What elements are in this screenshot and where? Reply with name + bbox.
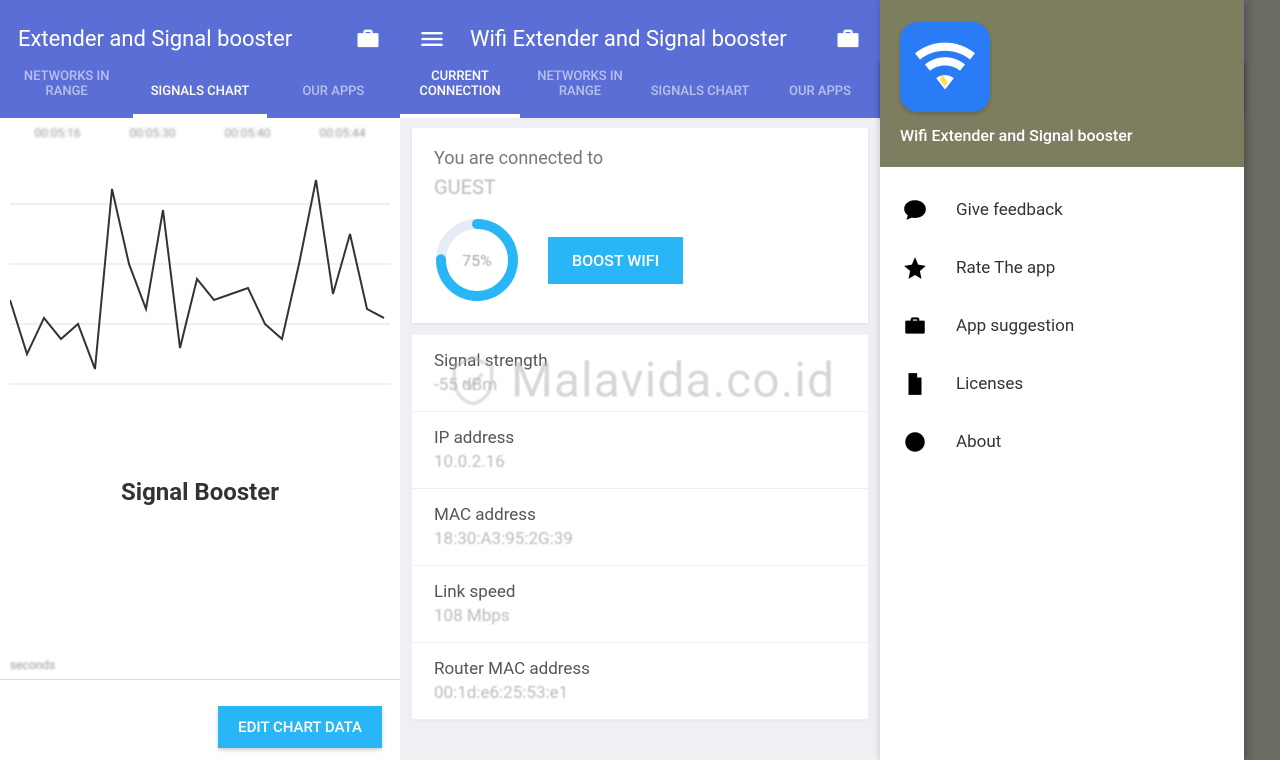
circle-icon — [902, 429, 928, 455]
chart-title: Signal Booster — [10, 478, 390, 506]
drawer-menu: Give feedback Rate The app App suggestio… — [880, 167, 1244, 485]
detail-value: 18:30:A3:95:2G:39 — [434, 529, 846, 549]
connected-label: You are connected to — [434, 148, 846, 169]
menu-about[interactable]: About — [880, 413, 1244, 471]
chart-time-axis: 00:05:16 00:05:30 00:05:40 00:05:44 — [10, 118, 390, 144]
screen-current-connection: Wifi Extender and Signal booster CURRENT… — [400, 0, 880, 760]
screen-drawer: ooster Wifi Extender and Signal booster … — [880, 0, 1280, 760]
signal-gauge: 75% — [434, 217, 520, 303]
time-tick: 00:05:40 — [224, 126, 270, 140]
menu-licenses[interactable]: Licenses — [880, 355, 1244, 413]
detail-row: Router MAC address 00:1d:e6:25:53:e1 — [412, 643, 868, 720]
content-body: You are connected to GUEST 75% BOOST WIF… — [400, 118, 880, 760]
menu-label: Rate The app — [956, 258, 1055, 278]
detail-row: Link speed 108 Mbps — [412, 566, 868, 643]
detail-key: Router MAC address — [434, 659, 846, 679]
speech-bubble-icon — [902, 197, 928, 223]
tab-current-connection[interactable]: CURRENT CONNECTION — [400, 61, 520, 118]
screen-signals-chart: Extender and Signal booster NETWORKS IN … — [0, 0, 400, 760]
axis-hint: seconds — [10, 658, 55, 672]
connection-card: You are connected to GUEST 75% BOOST WIF… — [412, 128, 868, 323]
chart-area: 00:05:16 00:05:30 00:05:40 00:05:44 Sign… — [0, 118, 400, 760]
detail-key: Signal strength — [434, 351, 846, 371]
menu-label: App suggestion — [956, 316, 1074, 336]
tab-networks[interactable]: NETWORKS IN RANGE — [0, 61, 133, 118]
tabs: CURRENT CONNECTION NETWORKS IN RANGE SIG… — [400, 62, 880, 118]
tab-our-apps[interactable]: OUR APPS — [760, 76, 880, 118]
detail-value: 10.0.2.16 — [434, 452, 846, 472]
menu-label: Licenses — [956, 374, 1023, 394]
signal-line-chart — [10, 144, 390, 444]
tabs: NETWORKS IN RANGE SIGNALS CHART OUR APPS — [0, 62, 400, 118]
detail-key: Link speed — [434, 582, 846, 602]
navigation-drawer: Wifi Extender and Signal booster Give fe… — [880, 0, 1244, 760]
time-tick: 00:05:16 — [34, 126, 80, 140]
appbar: Wifi Extender and Signal booster — [400, 0, 880, 62]
detail-row: Signal strength -55 dBm — [412, 335, 868, 412]
detail-key: IP address — [434, 428, 846, 448]
detail-value: 108 Mbps — [434, 606, 846, 626]
detail-value: -55 dBm — [434, 375, 846, 395]
detail-key: MAC address — [434, 505, 846, 525]
gauge-percent: 75% — [434, 217, 520, 303]
briefcase-icon — [902, 313, 928, 339]
ssid-value: GUEST — [434, 175, 846, 199]
briefcase-icon[interactable] — [834, 25, 862, 53]
app-logo-wifi-icon — [900, 22, 990, 112]
appbar: Extender and Signal booster — [0, 0, 400, 62]
detail-value: 00:1d:e6:25:53:e1 — [434, 683, 846, 703]
tab-signals-chart[interactable]: SIGNALS CHART — [640, 76, 760, 118]
detail-row: IP address 10.0.2.16 — [412, 412, 868, 489]
drawer-header: Wifi Extender and Signal booster — [880, 0, 1244, 167]
star-icon — [902, 255, 928, 281]
briefcase-icon[interactable] — [354, 25, 382, 53]
menu-label: Give feedback — [956, 200, 1063, 220]
edit-chart-data-button[interactable]: EDIT CHART DATA — [218, 706, 382, 748]
drawer-title: Wifi Extender and Signal booster — [900, 126, 1224, 145]
time-tick: 00:05:44 — [319, 126, 365, 140]
menu-icon[interactable] — [418, 25, 446, 53]
tab-signals-chart[interactable]: SIGNALS CHART — [133, 76, 266, 118]
boost-wifi-button[interactable]: BOOST WIFI — [548, 237, 683, 284]
menu-app-suggestion[interactable]: App suggestion — [880, 297, 1244, 355]
menu-label: About — [956, 432, 1001, 452]
detail-row: MAC address 18:30:A3:95:2G:39 — [412, 489, 868, 566]
time-tick: 00:05:30 — [129, 126, 175, 140]
menu-give-feedback[interactable]: Give feedback — [880, 181, 1244, 239]
app-title: Extender and Signal booster — [18, 27, 354, 52]
menu-rate-app[interactable]: Rate The app — [880, 239, 1244, 297]
tab-our-apps[interactable]: OUR APPS — [267, 76, 400, 118]
file-icon — [902, 371, 928, 397]
app-title: Wifi Extender and Signal booster — [470, 27, 834, 52]
tab-networks[interactable]: NETWORKS IN RANGE — [520, 61, 640, 118]
